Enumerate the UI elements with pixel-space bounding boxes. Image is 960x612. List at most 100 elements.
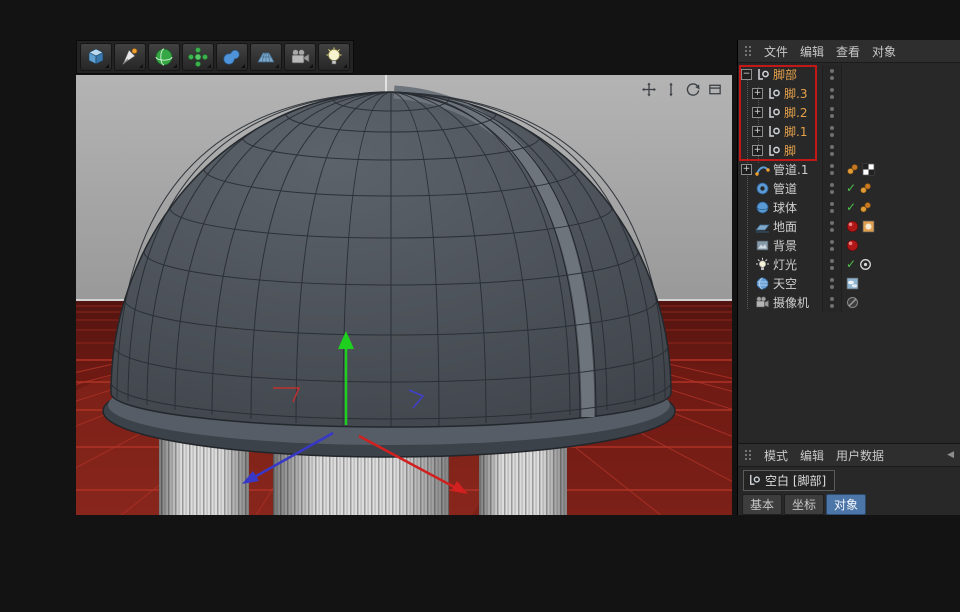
cube-icon (85, 46, 107, 68)
tab-basic[interactable]: 基本 (742, 494, 782, 515)
visibility-dots[interactable] (822, 65, 842, 84)
visibility-dots[interactable] (822, 274, 842, 293)
subdivision-surface-icon (153, 46, 175, 68)
object-row-jiaobu[interactable]: − 脚部 (738, 65, 960, 84)
object-label: 天空 (773, 275, 797, 292)
expand-toggle[interactable]: + (752, 88, 763, 99)
visibility-dots[interactable] (822, 179, 842, 198)
sphere-object-icon (755, 200, 770, 215)
object-row-guandao[interactable]: 管道 ✓ (738, 179, 960, 198)
menu-objects[interactable]: 对象 (872, 43, 896, 60)
object-manager-empty-area (738, 314, 960, 443)
object-row-jiao2[interactable]: + 脚.2 (738, 103, 960, 122)
object-row-dengguang[interactable]: 灯光 ✓ (738, 255, 960, 274)
viewport-canvas (76, 75, 732, 515)
object-row-dimian[interactable]: 地面 (738, 217, 960, 236)
visibility-dots[interactable] (822, 160, 842, 179)
array-icon (187, 46, 209, 68)
target-tag[interactable] (859, 258, 872, 271)
menu-edit[interactable]: 编辑 (800, 447, 824, 464)
menu-user-data[interactable]: 用户数据 (836, 447, 884, 464)
object-label: 背景 (773, 237, 797, 254)
spline-pen-button[interactable] (114, 43, 146, 71)
object-label: 脚.3 (784, 85, 807, 102)
menu-edit[interactable]: 编辑 (800, 43, 824, 60)
visibility-dots[interactable] (822, 141, 842, 160)
null-object-icon (747, 473, 761, 487)
expand-toggle[interactable]: − (741, 69, 752, 80)
sky-object-icon (755, 276, 770, 291)
pan-icon[interactable] (641, 82, 658, 97)
object-row-jiao3[interactable]: + 脚.3 (738, 84, 960, 103)
rotate-icon[interactable] (685, 82, 702, 97)
visibility-dots[interactable] (822, 198, 842, 217)
visibility-dots[interactable] (822, 236, 842, 255)
object-label: 脚部 (773, 66, 797, 83)
visibility-dots[interactable] (822, 255, 842, 274)
visibility-dots[interactable] (822, 293, 842, 312)
sweep-object-icon (755, 162, 770, 177)
camera-object-button[interactable] (284, 43, 316, 71)
visibility-dots[interactable] (822, 84, 842, 103)
red-material-swatch[interactable] (846, 220, 859, 233)
tube-object-icon (755, 181, 770, 196)
expand-toggle[interactable]: + (752, 126, 763, 137)
object-row-qiuti[interactable]: 球体 ✓ (738, 198, 960, 217)
object-row-guandao1[interactable]: + 管道.1 (738, 160, 960, 179)
attribute-manager-menubar: 模式 编辑 用户数据 ◀ (738, 443, 960, 467)
expand-toggle[interactable]: + (752, 107, 763, 118)
render-enabled-check[interactable]: ✓ (846, 258, 856, 271)
object-label: 管道 (773, 180, 797, 197)
maximize-icon[interactable] (707, 82, 724, 97)
metaball-icon (221, 46, 243, 68)
phong-tag[interactable] (846, 163, 859, 176)
object-row-jiao1[interactable]: + 脚.1 (738, 122, 960, 141)
object-label: 脚.1 (784, 123, 807, 140)
null-object-icon (766, 124, 781, 139)
object-tree: − 脚部 + 脚.3 (738, 63, 960, 314)
light-icon (323, 46, 345, 68)
panel-grip-handle[interactable] (744, 45, 752, 58)
phong-tag[interactable] (859, 201, 872, 214)
subdivision-surface-button[interactable] (148, 43, 180, 71)
zoom-icon[interactable] (663, 82, 680, 97)
viewport-nav (641, 82, 724, 97)
menu-file[interactable]: 文件 (764, 43, 788, 60)
object-row-beijing[interactable]: 背景 (738, 236, 960, 255)
panel-grip-handle[interactable] (744, 449, 752, 462)
object-row-shexiangji[interactable]: 摄像机 (738, 293, 960, 312)
red-material-swatch[interactable] (846, 239, 859, 252)
viewport[interactable] (76, 75, 732, 515)
expand-toggle[interactable]: + (752, 145, 763, 156)
floor-object-icon (755, 219, 770, 234)
object-row-jiao[interactable]: + 脚 (738, 141, 960, 160)
background-object-icon (755, 238, 770, 253)
metaball-button[interactable] (216, 43, 248, 71)
tab-object[interactable]: 对象 (826, 494, 866, 515)
object-row-tiankong[interactable]: 天空 (738, 274, 960, 293)
array-generator-button[interactable] (182, 43, 214, 71)
checker-material-swatch[interactable] (862, 163, 875, 176)
attribute-tabs: 基本 坐标 对象 (738, 493, 960, 515)
bridge-tool-button[interactable] (250, 43, 282, 71)
active-object-label: 空白 [脚部] (765, 472, 826, 489)
add-cube-button[interactable] (80, 43, 112, 71)
menu-view[interactable]: 查看 (836, 43, 860, 60)
checker-material-swatch[interactable] (862, 220, 875, 233)
visibility-dots[interactable] (822, 217, 842, 236)
visibility-dots[interactable] (822, 122, 842, 141)
protection-tag[interactable] (846, 296, 859, 309)
tab-coordinates[interactable]: 坐标 (784, 494, 824, 515)
expand-toggle[interactable]: + (741, 164, 752, 175)
visibility-dots[interactable] (822, 103, 842, 122)
object-manager-panel: 文件 编辑 查看 对象 − 脚部 + (737, 40, 960, 515)
light-object-button[interactable] (318, 43, 350, 71)
phong-tag[interactable] (859, 182, 872, 195)
collapse-arrow-icon[interactable]: ◀ (947, 450, 954, 460)
render-enabled-check[interactable]: ✓ (846, 201, 856, 214)
sky-material-swatch[interactable] (846, 277, 859, 290)
object-label: 灯光 (773, 256, 797, 273)
camera-icon (289, 46, 311, 68)
menu-mode[interactable]: 模式 (764, 447, 788, 464)
render-enabled-check[interactable]: ✓ (846, 182, 856, 195)
